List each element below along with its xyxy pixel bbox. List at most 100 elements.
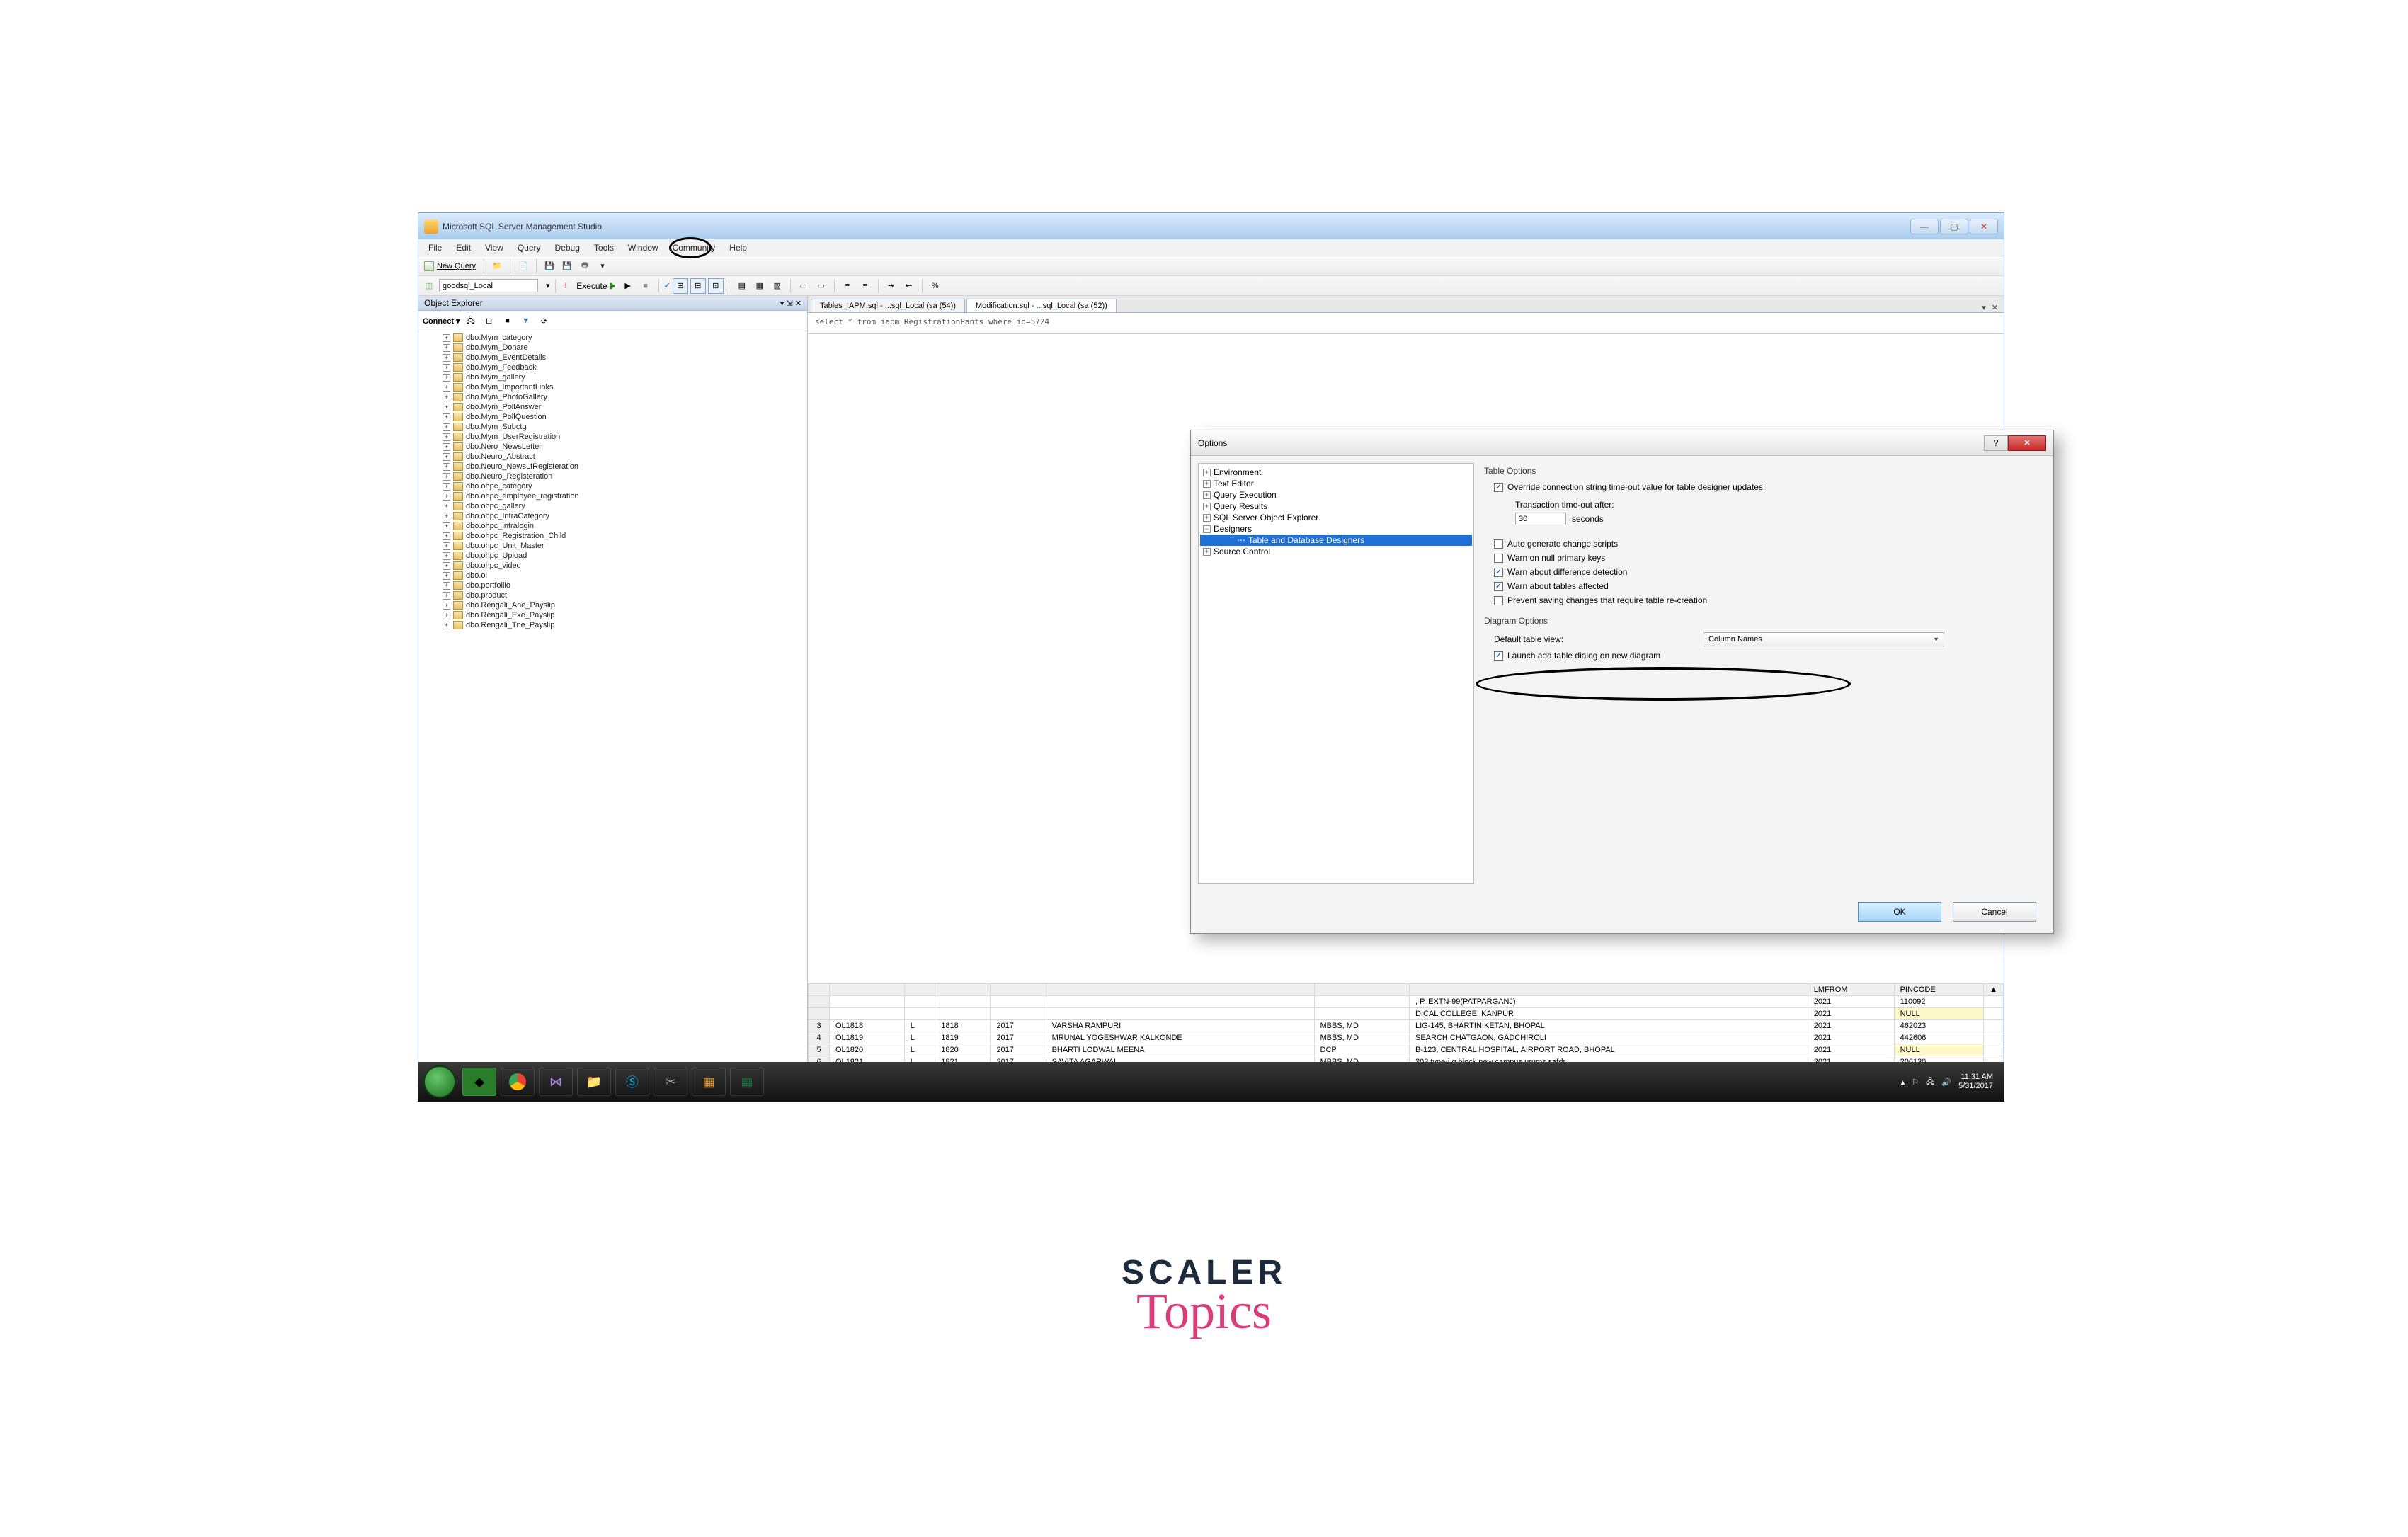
tree-item[interactable]: +dbo.product: [418, 590, 807, 600]
titlebar[interactable]: Microsoft SQL Server Management Studio —…: [418, 213, 2004, 239]
checkbox-override-timeout[interactable]: [1494, 483, 1503, 492]
tray-network-icon[interactable]: 🖧: [1926, 1075, 1934, 1089]
tree-sql-obj-exp[interactable]: SQL Server Object Explorer: [1214, 513, 1318, 522]
tree-item[interactable]: +dbo.Mym_ImportantLinks: [418, 382, 807, 392]
dropdown-icon[interactable]: ▾: [595, 258, 610, 274]
menu-file[interactable]: File: [421, 241, 449, 254]
options-tree[interactable]: +Environment +Text Editor +Query Executi…: [1198, 463, 1474, 884]
outdent-icon[interactable]: ≡: [857, 278, 873, 294]
connect-button[interactable]: Connect ▾: [423, 316, 460, 326]
tree-item[interactable]: +dbo.Mym_Subctg: [418, 422, 807, 432]
tree-query-results[interactable]: Query Results: [1214, 501, 1267, 511]
filter-icon[interactable]: ▼: [518, 313, 534, 328]
checkbox-launch-add-table[interactable]: [1494, 651, 1503, 661]
tree-item[interactable]: +dbo.Rengali_Tne_Payslip: [418, 620, 807, 630]
new-query-button[interactable]: New Query: [421, 261, 479, 271]
tree-query-exec[interactable]: Query Execution: [1214, 490, 1277, 500]
windows-taskbar[interactable]: ◆ ⋈ 📁 Ⓢ ✂ ▦ ▦ ▴ ⚐ 🖧 🔊 11:31 AM 5/31/2017: [418, 1062, 2004, 1102]
connect-icon[interactable]: 🖧: [463, 313, 479, 328]
table-row[interactable]: , P. EXTN-99(PATPARGANJ)2021110092: [809, 996, 2004, 1008]
tree-environment[interactable]: Environment: [1214, 467, 1261, 477]
debug-icon[interactable]: ▶: [620, 278, 636, 294]
indent-icon[interactable]: ≡: [840, 278, 855, 294]
tree-item[interactable]: +dbo.Mym_UserRegistration: [418, 432, 807, 442]
maximize-button[interactable]: ▢: [1940, 219, 1968, 234]
query-editor[interactable]: select * from iapm_RegistrationPants whe…: [808, 313, 2004, 334]
tree-item[interactable]: +dbo.Nero_NewsLetter: [418, 442, 807, 452]
results-file-icon[interactable]: ▧: [770, 278, 785, 294]
taskbar-excel-icon[interactable]: ▦: [730, 1068, 764, 1096]
tree-item[interactable]: +dbo.ohpc_IntraCategory: [418, 511, 807, 521]
ok-button[interactable]: OK: [1858, 902, 1941, 922]
tab-close-icon[interactable]: ✕: [1992, 303, 1998, 312]
menu-edit[interactable]: Edit: [449, 241, 478, 254]
checkbox-warn-tables[interactable]: [1494, 582, 1503, 591]
tree-item[interactable]: +dbo.ohpc_video: [418, 561, 807, 571]
taskbar-folder-icon[interactable]: 📁: [577, 1068, 611, 1096]
taskbar-vs-icon[interactable]: ⋈: [539, 1068, 573, 1096]
timeout-input[interactable]: [1515, 513, 1566, 525]
estimate-plan-icon[interactable]: ⊞: [673, 278, 688, 294]
tree-item[interactable]: +dbo.ohpc_gallery: [418, 501, 807, 511]
tree-item[interactable]: +dbo.Neuro_Registeration: [418, 472, 807, 481]
tree-item[interactable]: +dbo.Mym_PollQuestion: [418, 412, 807, 422]
checkbox-auto-scripts[interactable]: [1494, 539, 1503, 549]
menu-view[interactable]: View: [478, 241, 510, 254]
uncomment-icon[interactable]: ▭: [814, 278, 829, 294]
tree-item[interactable]: +dbo.ohpc_intralogin: [418, 521, 807, 531]
dialog-help-button[interactable]: ?: [1984, 435, 2008, 451]
checkbox-prevent-saving[interactable]: [1494, 596, 1503, 605]
checkbox-warn-null-pk[interactable]: [1494, 554, 1503, 563]
tab-tables-iapm[interactable]: Tables_IAPM.sql - ...sql_Local (sa (54)): [811, 299, 965, 312]
save-icon[interactable]: 💾: [542, 258, 557, 274]
taskbar-snip-icon[interactable]: ✂: [654, 1068, 687, 1096]
tree-item[interactable]: +dbo.Rengali_Exe_Payslip: [418, 610, 807, 620]
results-grid[interactable]: LMFROM PINCODE ▲ , P. EXTN-99(PATPARGANJ…: [808, 983, 2004, 1068]
new-file-icon[interactable]: 📄: [515, 258, 531, 274]
tree-item[interactable]: +dbo.Mym_category: [418, 333, 807, 343]
results-text-icon[interactable]: ▤: [734, 278, 750, 294]
tab-dropdown-icon[interactable]: ▾: [1982, 303, 1986, 312]
tab-modification[interactable]: Modification.sql - ...sql_Local (sa (52)…: [966, 299, 1117, 312]
tree-item[interactable]: +dbo.Neuro_Abstract: [418, 452, 807, 462]
inc-indent-icon[interactable]: ⇥: [884, 278, 899, 294]
refresh-icon[interactable]: ⟳: [537, 313, 552, 328]
disconnect-icon[interactable]: ⊟: [481, 313, 497, 328]
comment-icon[interactable]: ▭: [796, 278, 811, 294]
tree-item[interactable]: +dbo.Mym_PollAnswer: [418, 402, 807, 412]
start-button[interactable]: [423, 1065, 456, 1098]
tree-item[interactable]: +dbo.Rengali_Ane_Payslip: [418, 600, 807, 610]
cancel-button[interactable]: Cancel: [1953, 902, 2036, 922]
tray-up-icon[interactable]: ▴: [1901, 1078, 1905, 1087]
table-row[interactable]: 5OL1820L18202017BHARTI LODWAL MEENADCPB-…: [809, 1044, 2004, 1056]
tree-item[interactable]: +dbo.ohpc_Registration_Child: [418, 531, 807, 541]
object-tree[interactable]: +dbo.Mym_category+dbo.Mym_Donare+dbo.Mym…: [418, 331, 807, 1071]
tree-item[interactable]: +dbo.Neuro_NewsLtRegisteration: [418, 462, 807, 472]
close-button[interactable]: ✕: [1970, 219, 1998, 234]
tray-flag-icon[interactable]: ⚐: [1912, 1078, 1919, 1087]
taskbar-chrome-icon[interactable]: [501, 1068, 535, 1096]
menu-community[interactable]: Community: [666, 241, 723, 254]
tree-item[interactable]: +dbo.ohpc_Upload: [418, 551, 807, 561]
tree-item[interactable]: +dbo.Mym_Feedback: [418, 362, 807, 372]
table-row[interactable]: 4OL1819L18192017MRUNAL YOGESHWAR KALKOND…: [809, 1032, 2004, 1044]
menu-tools[interactable]: Tools: [587, 241, 621, 254]
taskbar-skype-icon[interactable]: Ⓢ: [615, 1068, 649, 1096]
dialog-close-button[interactable]: ✕: [2008, 435, 2046, 451]
tree-item[interactable]: +dbo.Mym_gallery: [418, 372, 807, 382]
table-row[interactable]: DICAL COLLEGE, KANPUR2021NULL: [809, 1008, 2004, 1020]
checkbox-warn-diff[interactable]: [1494, 568, 1503, 577]
tree-source-control[interactable]: Source Control: [1214, 547, 1270, 556]
tray-volume-icon[interactable]: 🔊: [1941, 1078, 1951, 1087]
menu-help[interactable]: Help: [722, 241, 754, 254]
tree-item[interactable]: +dbo.portfollio: [418, 581, 807, 590]
tree-item[interactable]: +dbo.ohpc_employee_registration: [418, 491, 807, 501]
default-view-combo[interactable]: Column Names▼: [1704, 632, 1944, 646]
database-dropdown[interactable]: goodsql_Local: [439, 279, 538, 292]
tree-item[interactable]: +dbo.Mym_PhotoGallery: [418, 392, 807, 402]
pin-icon[interactable]: ▾ ⇲ ✕: [780, 299, 801, 308]
tree-text-editor[interactable]: Text Editor: [1214, 479, 1254, 488]
taskbar-ssms-icon[interactable]: ▦: [692, 1068, 726, 1096]
menu-debug[interactable]: Debug: [548, 241, 587, 254]
save-all-icon[interactable]: 💾: [559, 258, 575, 274]
